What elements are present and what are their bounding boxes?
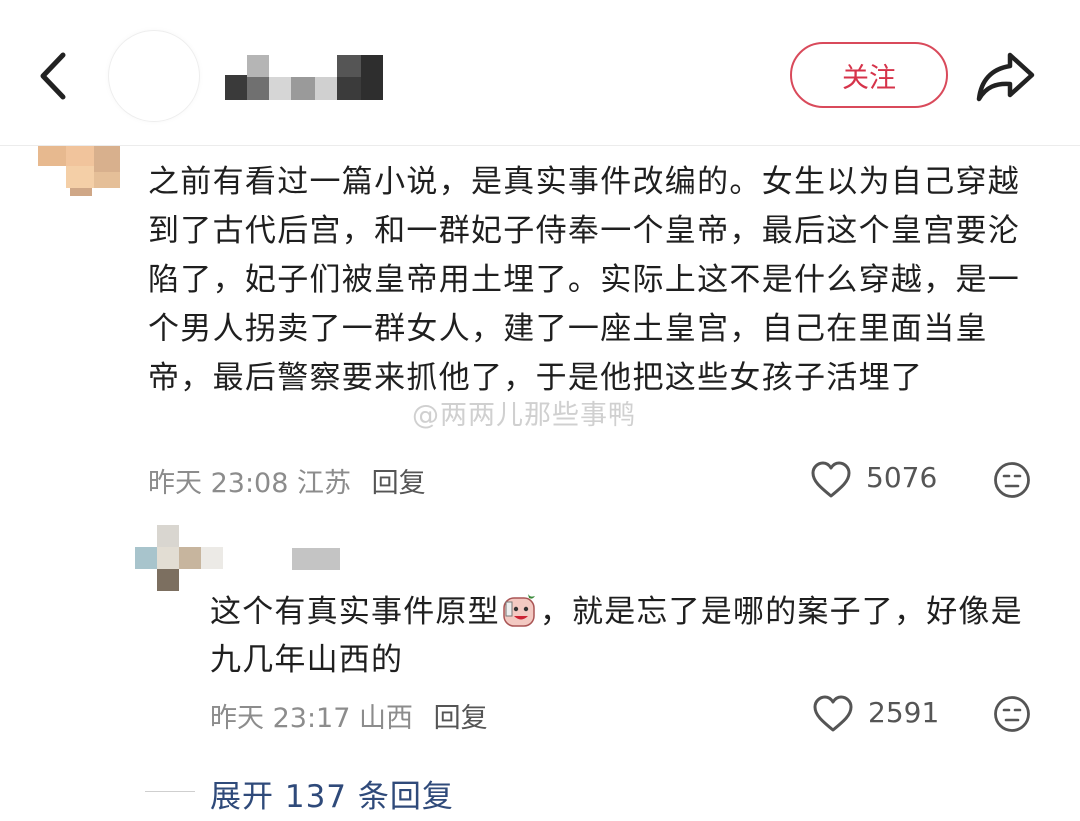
reply-meta: 昨天 23:17 山西 回复 [210,696,488,735]
heart-icon[interactable] [812,695,854,733]
comment-meta: 昨天 23:08 江苏 回复 [148,461,426,500]
replier-name-blurred[interactable] [292,548,340,570]
top-bar: 关注 [0,0,1080,145]
header-divider [0,145,1080,146]
back-arrow-icon[interactable] [30,45,80,105]
comment-time: 昨天 23:08 [148,468,289,499]
like-count: 5076 [866,461,938,494]
author-avatar[interactable] [108,30,200,122]
author-name-blurred[interactable] [225,55,385,100]
reply-button[interactable]: 回复 [372,468,426,499]
expand-divider-line [145,791,195,792]
share-icon[interactable] [974,45,1038,105]
reply-text-before: 这个有真实事件原型 [210,594,500,630]
reply-location: 山西 [359,703,413,734]
heart-icon[interactable] [810,461,852,499]
comment-text: 之前有看过一篇小说，是真实事件改编的。女生以为自己穿越到了古代后宫，和一群妃子侍… [148,164,1021,396]
reply-time: 昨天 23:17 [210,703,351,734]
laughing-sticker-icon [502,592,538,628]
commenter-avatar-blurred[interactable] [38,146,128,196]
replier-avatar-blurred[interactable] [135,525,225,595]
like-count: 2591 [868,696,940,729]
dislike-face-icon[interactable] [993,461,1031,499]
expand-replies-button[interactable]: 展开 137 条回复 [210,771,454,816]
watermark: @两两儿那些事鸭 [412,400,636,431]
follow-button[interactable]: 关注 [790,42,948,108]
reply-text: 这个有真实事件原型 ，就是忘了是哪的案子了，好像是九几年山西的 [210,588,1030,684]
dislike-face-icon[interactable] [993,695,1031,733]
reply-button[interactable]: 回复 [434,703,488,734]
comment-location: 江苏 [297,468,351,499]
